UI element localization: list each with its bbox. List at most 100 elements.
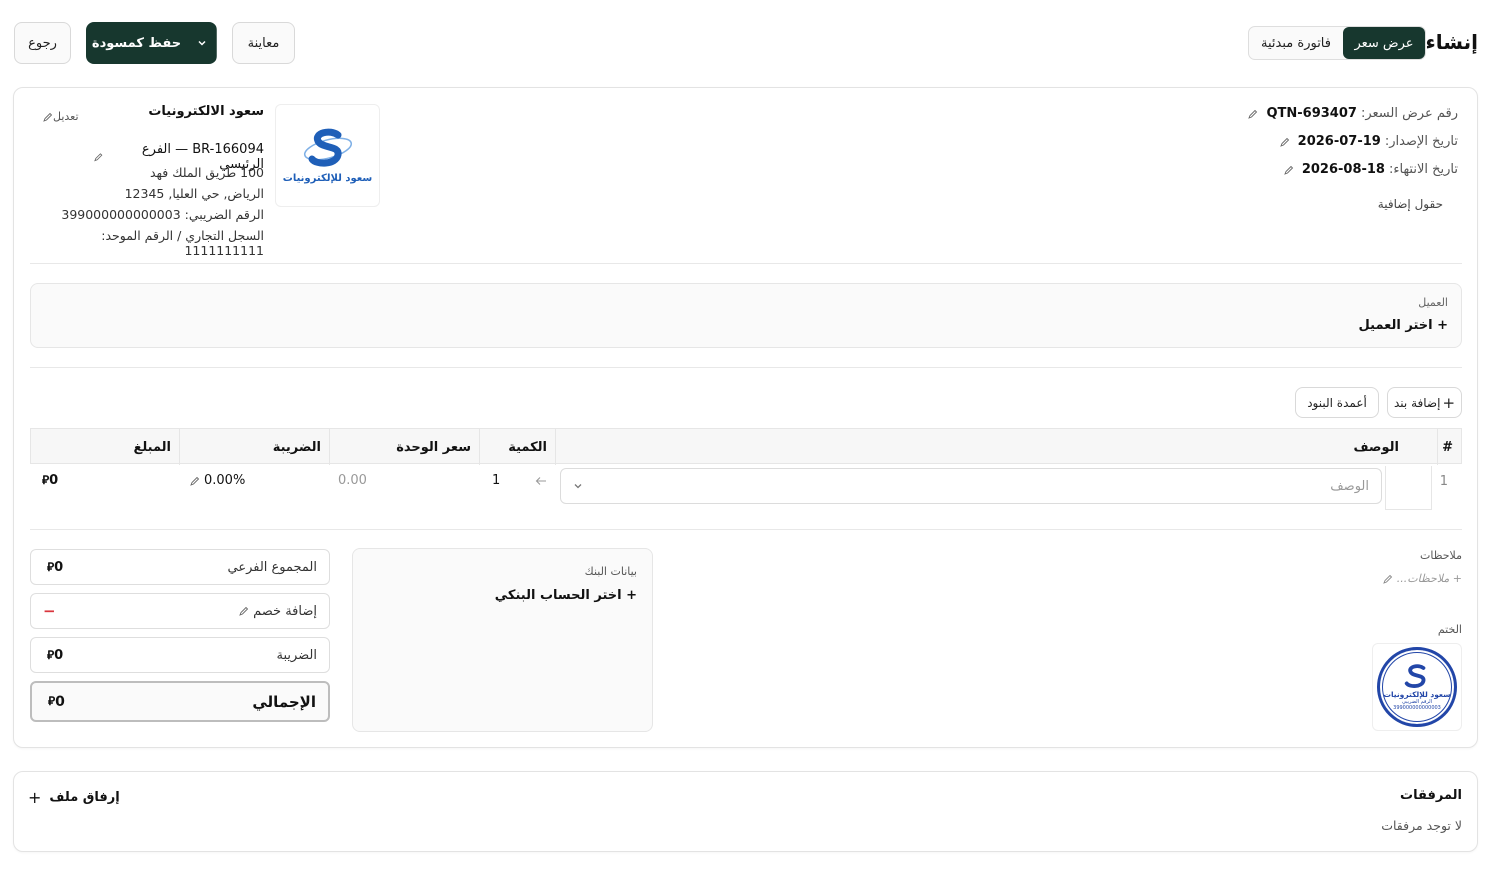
plus-icon: + — [28, 788, 42, 807]
col-description: الوصف — [555, 429, 1407, 465]
attachments-card — [13, 771, 1478, 852]
company-address-line1: 100 طريق الملك فهد — [149, 165, 264, 180]
attachments-empty: لا توجد مرفقات — [1381, 818, 1462, 833]
customer-box — [30, 283, 1462, 348]
stamp-s-icon — [1404, 663, 1426, 688]
subtotal-amount: ⃁ 0 — [43, 560, 63, 575]
item-columns-button[interactable]: أعمدة البنود — [1295, 387, 1379, 418]
preview-button[interactable]: معاينة — [232, 22, 295, 64]
company-cr: السجل التجاري / الرقم الموحد: 1111111111 — [101, 228, 264, 258]
row-number-cell — [1385, 466, 1432, 510]
total-row: الإجمالي ⃁ 0 — [30, 681, 330, 722]
notes-label: ملاحظات — [1420, 549, 1462, 562]
company-edit-label: تعديل — [53, 110, 79, 123]
total-label: الإجمالي — [252, 692, 316, 711]
tax-label: الضريبة — [276, 647, 317, 663]
discount-minus-icon[interactable]: − — [43, 602, 56, 620]
save-draft-button[interactable]: حفظ كمسودة — [86, 22, 187, 64]
tax-amount: ⃁ 0 — [43, 648, 63, 663]
row-amount-cell: ⃁ 0 — [38, 473, 58, 488]
col-tax: الضريبة — [179, 429, 329, 465]
expiry-date-label: تاريخ الانتهاء: — [1388, 162, 1458, 177]
notes-pencil-icon — [1382, 574, 1392, 584]
col-num: # — [1437, 429, 1461, 465]
discount-label: إضافة خصم — [253, 603, 317, 619]
expiry-date-value: 2026-08-18 — [1301, 162, 1385, 177]
divider — [30, 529, 1462, 530]
stamp-seal: سعود للإلكترونيات الرقم الضريبي 39900000… — [1377, 647, 1457, 727]
description-combobox[interactable]: الوصف — [560, 468, 1382, 504]
total-value: 0 — [55, 693, 65, 710]
save-options-chevron-icon[interactable] — [187, 22, 217, 64]
col-quantity: الكمية — [479, 429, 555, 465]
attach-file-label: إرفاق ملف — [49, 790, 120, 805]
stamp-number: 399000000000003 — [1393, 704, 1441, 711]
tab-proforma-invoice[interactable]: فاتورة مبدئية — [1249, 27, 1343, 59]
doc-number-value: QTN-693407 — [1266, 106, 1357, 121]
discount-row[interactable]: إضافة خصم − — [30, 593, 330, 629]
edit-number-pencil-icon[interactable] — [1248, 109, 1258, 119]
edit-issue-date-pencil-icon[interactable] — [1279, 137, 1290, 147]
tax-row: الضريبة ⃁ 0 — [30, 637, 330, 673]
company-edit-link[interactable]: تعديل — [42, 110, 79, 123]
total-amount: ⃁ 0 — [44, 694, 65, 710]
add-item-label: إضافة بند — [1394, 395, 1441, 410]
issue-date-label: تاريخ الإصدار: — [1384, 134, 1458, 149]
company-vat: الرقم الضريبي: 399000000000003 — [61, 207, 264, 222]
subtotal-value: 0 — [54, 559, 64, 575]
notes-input[interactable]: + ملاحظات... — [1379, 572, 1462, 585]
divider — [30, 263, 1462, 264]
row-unit-price[interactable]: 0.00 — [338, 473, 367, 488]
issue-date-value: 2026-07-19 — [1297, 134, 1381, 149]
chevron-down-icon — [574, 484, 582, 489]
stamp-text: سعود للإلكترونيات — [1383, 689, 1451, 699]
edit-expiry-date-pencil-icon[interactable] — [1284, 165, 1294, 175]
notes-placeholder: + ملاحظات... — [1396, 572, 1462, 585]
edit-tax-pencil-icon — [190, 476, 200, 486]
extra-fields-link[interactable]: حقول إضافية — [1378, 197, 1443, 211]
doc-number-label: رقم عرض السعر: — [1360, 106, 1458, 121]
company-edit-pencil-icon — [43, 112, 53, 122]
attachments-title: المرفقات — [1400, 788, 1462, 803]
subtotal-row: المجموع الفرعي ⃁ 0 — [30, 549, 330, 585]
description-placeholder: الوصف — [1330, 478, 1369, 494]
back-button[interactable]: رجوع — [14, 22, 71, 64]
row-quantity[interactable]: 1 — [492, 473, 500, 488]
items-table-header: # الوصف الكمية سعر الوحدة الضريبة المبلغ — [30, 428, 1462, 465]
add-discount-button[interactable]: إضافة خصم — [235, 604, 317, 619]
company-address-line2: الرياض, حي العليا, 12345 — [124, 186, 264, 201]
tab-quotation[interactable]: عرض سعر — [1343, 27, 1425, 59]
select-bank-account-button[interactable]: + اختر الحساب البنكي — [376, 588, 637, 603]
select-customer-button[interactable]: + اختر العميل — [1359, 318, 1448, 333]
customer-label: العميل — [1418, 296, 1448, 309]
riyal-currency-icon: ⃁ — [48, 694, 56, 708]
attach-file-button[interactable]: إرفاق ملف + — [28, 788, 120, 807]
save-draft-group: حفظ كمسودة — [86, 22, 217, 64]
tax-value: 0 — [54, 647, 64, 663]
company-logo-text: سعود للإلكترونيات — [282, 173, 373, 184]
company-logo-s-icon — [303, 128, 352, 167]
discount-pencil-icon — [239, 606, 249, 616]
add-item-button[interactable]: + إضافة بند — [1387, 387, 1462, 418]
col-amount: المبلغ — [133, 439, 171, 455]
col-unit-price: سعر الوحدة — [329, 429, 479, 465]
doc-type-switch: عرض سعر فاتورة مبدئية — [1248, 26, 1426, 60]
edit-branch-pencil-icon[interactable] — [94, 152, 103, 162]
doc-number-row: رقم عرض السعر: QTN-693407 — [1244, 106, 1458, 121]
company-stamp[interactable]: سعود للإلكترونيات الرقم الضريبي 39900000… — [1372, 643, 1462, 731]
riyal-currency-icon: ⃁ — [42, 473, 50, 487]
company-logo: سعود للإلكترونيات — [275, 104, 380, 207]
plus-icon: + — [1442, 393, 1456, 412]
row-tax-cell[interactable]: 0.00% — [186, 473, 245, 488]
riyal-currency-icon: ⃁ — [47, 559, 55, 574]
divider — [30, 367, 1462, 368]
company-name: سعود الالكترونيات — [148, 104, 264, 119]
row-number: 1 — [1439, 474, 1448, 489]
stamp-label: الختم — [1437, 623, 1462, 636]
subtotal-label: المجموع الفرعي — [227, 559, 317, 575]
row-amount: 0 — [49, 473, 59, 488]
riyal-currency-icon: ⃁ — [47, 647, 55, 662]
issue-date-row: تاريخ الإصدار: 2026-07-19 — [1276, 134, 1458, 149]
arrow-left-icon[interactable] — [535, 476, 547, 486]
row-tax: 0.00% — [204, 473, 246, 488]
